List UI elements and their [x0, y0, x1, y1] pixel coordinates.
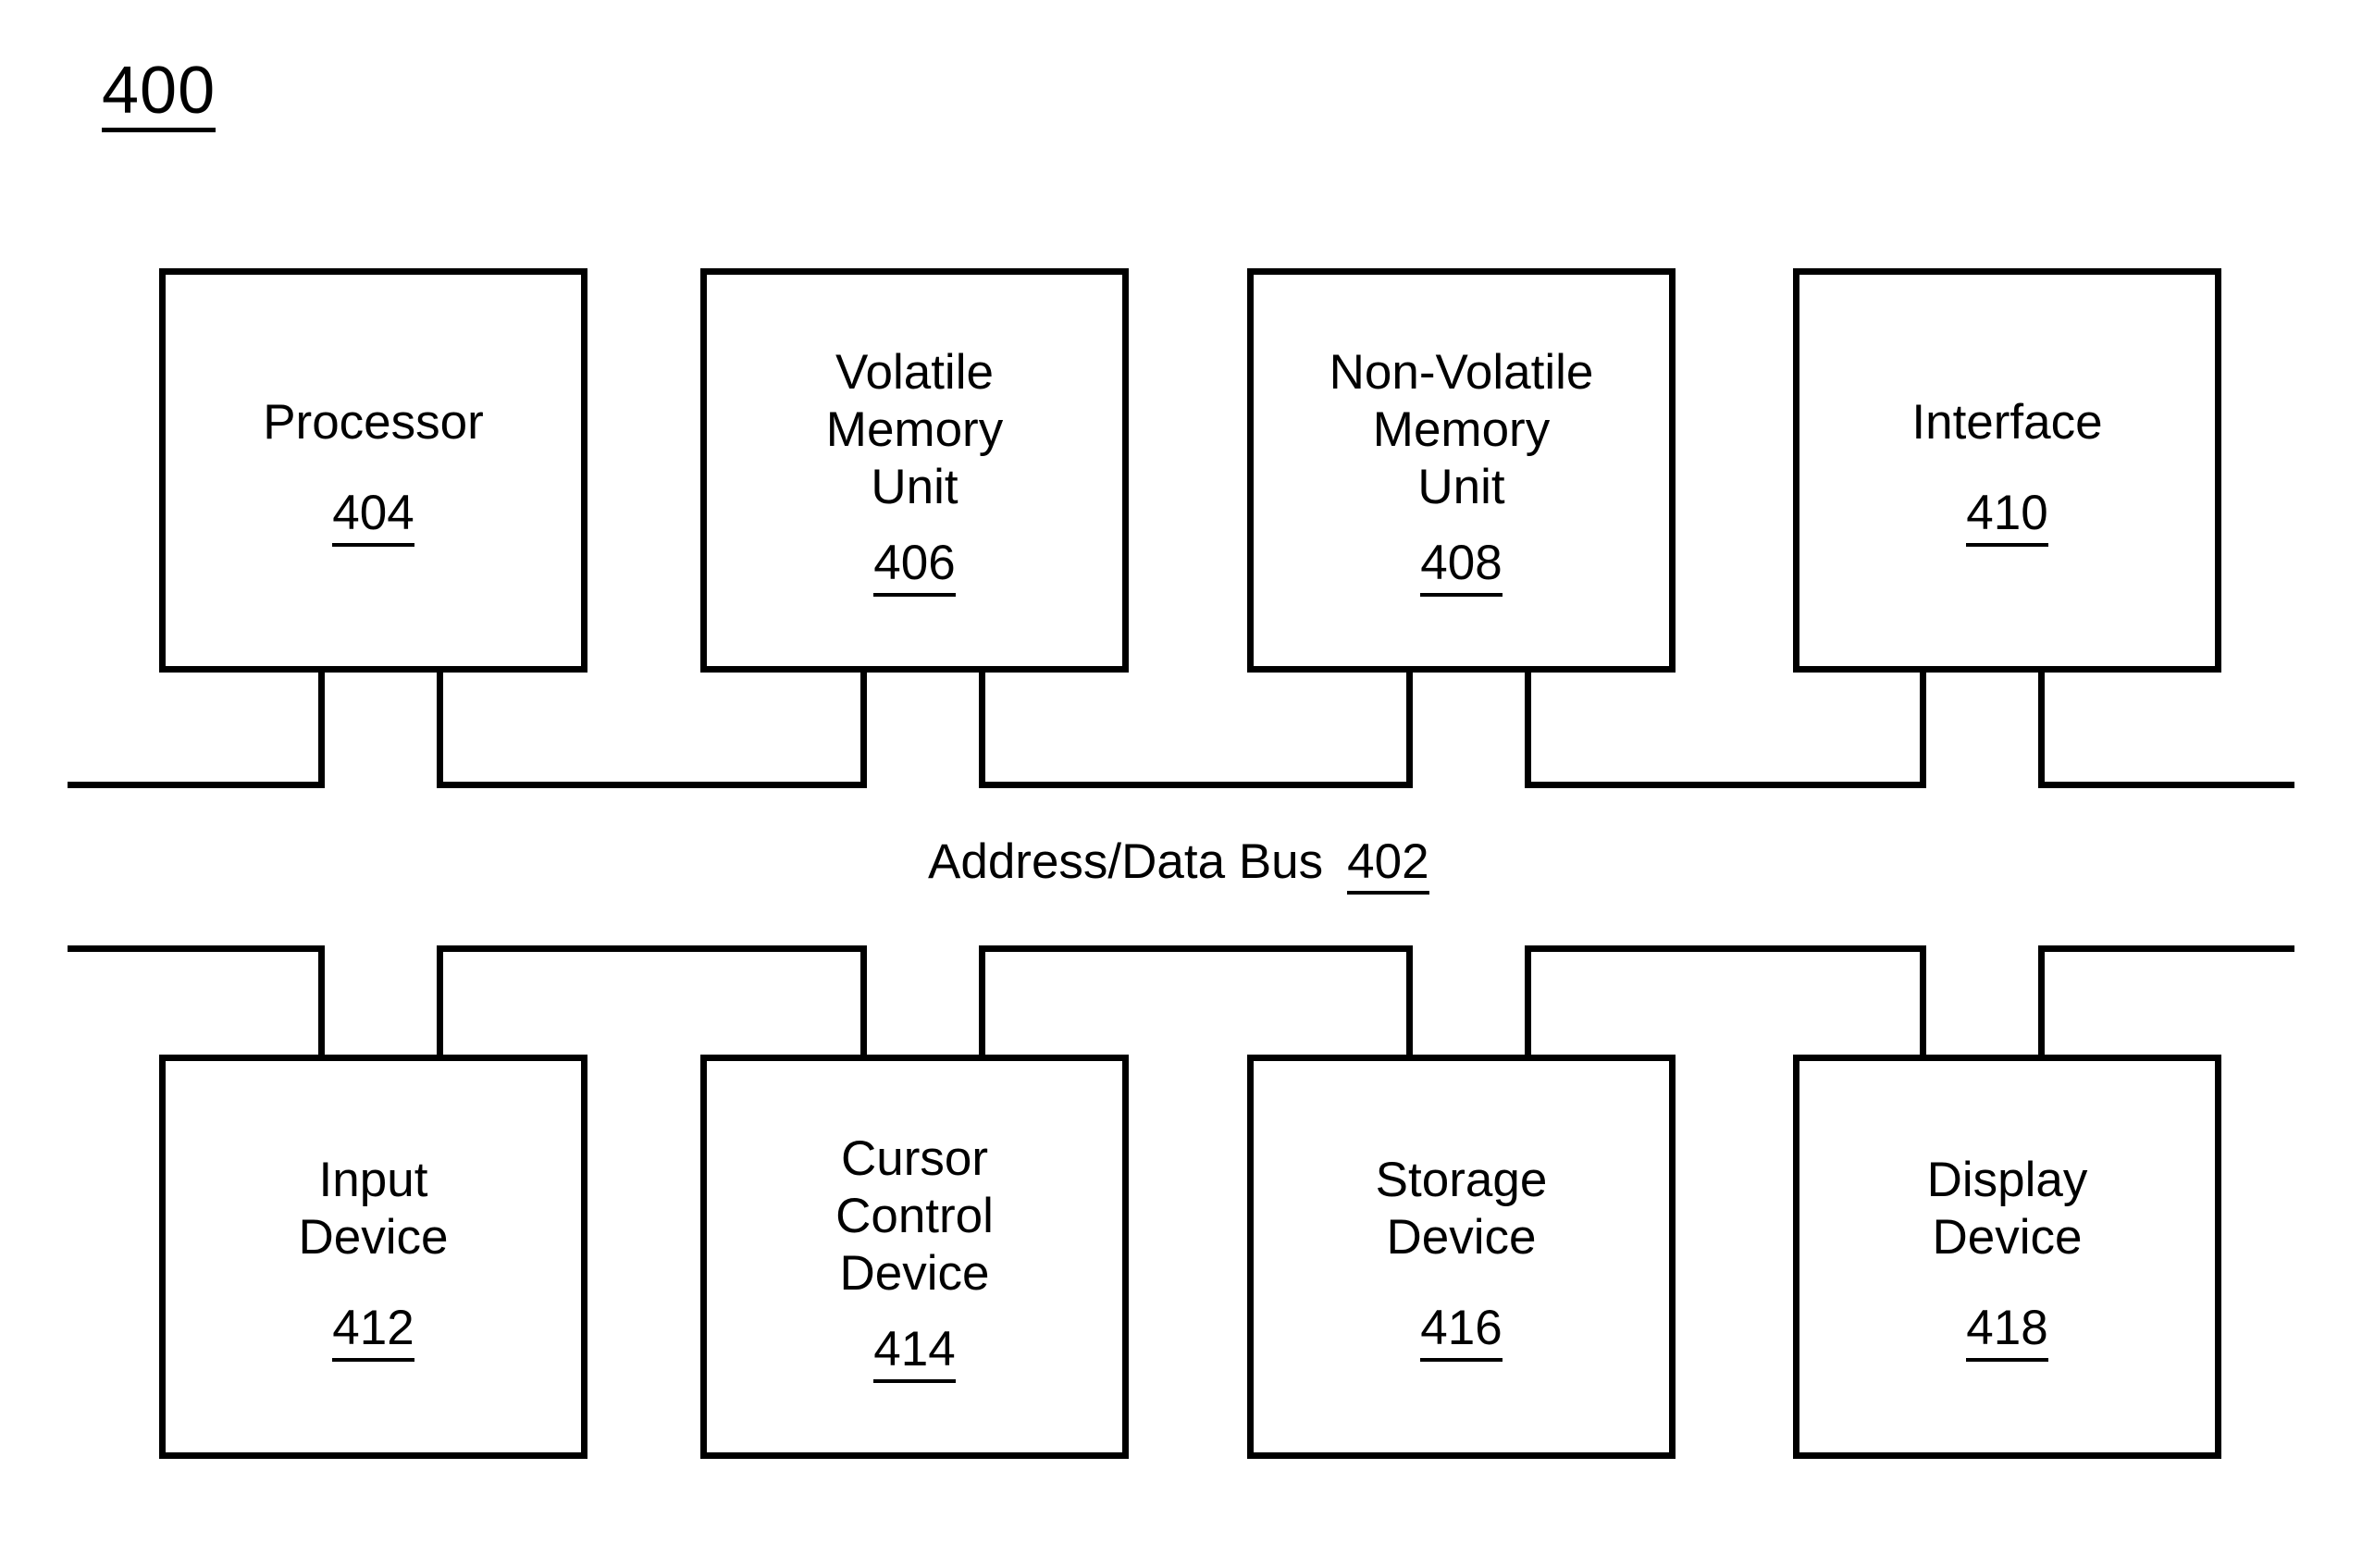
connector-cursor-control-device-left	[860, 945, 867, 1061]
block-input-device[interactable]: Input Device 412	[159, 1055, 587, 1459]
block-cursor-control-device[interactable]: Cursor Control Device 414	[700, 1055, 1129, 1459]
bus-top-segment-3	[979, 782, 1413, 788]
block-volatile-memory-unit[interactable]: Volatile Memory Unit 406	[700, 268, 1129, 673]
connector-volatile-memory-right	[979, 673, 985, 788]
connector-processor-right	[437, 673, 443, 788]
bus-bottom-segment-1	[68, 945, 325, 952]
connector-display-device-left	[1920, 945, 1926, 1061]
connector-non-volatile-memory-right	[1525, 673, 1531, 788]
connector-input-device-right	[437, 945, 443, 1061]
block-volatile-memory-unit-label: Volatile Memory Unit	[825, 345, 1004, 515]
patent-figure-400: 400 Processor 404 Volatile Memory Unit 4…	[0, 0, 2362, 1568]
block-processor[interactable]: Processor 404	[159, 268, 587, 673]
figure-number: 400	[102, 57, 216, 132]
bus-top-segment-2	[437, 782, 867, 788]
bus-bottom-segment-3	[979, 945, 1413, 952]
block-input-device-label: Input Device	[298, 1153, 449, 1266]
connector-interface-left	[1920, 673, 1926, 788]
bus-bottom-segment-5	[2038, 945, 2294, 952]
block-cursor-control-device-label: Cursor Control Device	[835, 1131, 994, 1302]
block-input-device-ref: 412	[332, 1302, 414, 1362]
bus-bottom-segment-2	[437, 945, 867, 952]
bus-top-segment-4	[1525, 782, 1926, 788]
block-interface-label: Interface	[1911, 395, 2103, 451]
block-storage-device-ref: 416	[1420, 1302, 1503, 1362]
connector-interface-right	[2038, 673, 2045, 788]
block-storage-device-label: Storage Device	[1375, 1153, 1548, 1266]
connector-cursor-control-device-right	[979, 945, 985, 1061]
connector-input-device-left	[318, 945, 325, 1061]
bus-top-segment-1	[68, 782, 325, 788]
block-volatile-memory-unit-ref: 406	[873, 537, 956, 597]
block-display-device[interactable]: Display Device 418	[1793, 1055, 2221, 1459]
connector-volatile-memory-left	[860, 673, 867, 788]
block-non-volatile-memory-unit-ref: 408	[1420, 537, 1503, 597]
block-non-volatile-memory-unit-label: Non-Volatile Memory Unit	[1329, 345, 1594, 515]
block-cursor-control-device-ref: 414	[873, 1323, 956, 1383]
connector-display-device-right	[2038, 945, 2045, 1061]
bus-top-segment-5	[2038, 782, 2294, 788]
connector-processor-left	[318, 673, 325, 788]
connector-storage-device-left	[1406, 945, 1413, 1061]
bus-caption-ref: 402	[1347, 834, 1429, 895]
connector-non-volatile-memory-left	[1406, 673, 1413, 788]
bus-bottom-segment-4	[1525, 945, 1926, 952]
block-display-device-label: Display Device	[1926, 1153, 2088, 1266]
bus-caption-label: Address/Data Bus	[928, 834, 1324, 889]
block-display-device-ref: 418	[1966, 1302, 2048, 1362]
bus-caption: Address/Data Bus 402	[928, 834, 1429, 895]
block-storage-device[interactable]: Storage Device 416	[1247, 1055, 1676, 1459]
block-interface[interactable]: Interface 410	[1793, 268, 2221, 673]
block-non-volatile-memory-unit[interactable]: Non-Volatile Memory Unit 408	[1247, 268, 1676, 673]
block-processor-ref: 404	[332, 487, 414, 547]
block-processor-label: Processor	[263, 395, 484, 451]
connector-storage-device-right	[1525, 945, 1531, 1061]
block-interface-ref: 410	[1966, 487, 2048, 547]
